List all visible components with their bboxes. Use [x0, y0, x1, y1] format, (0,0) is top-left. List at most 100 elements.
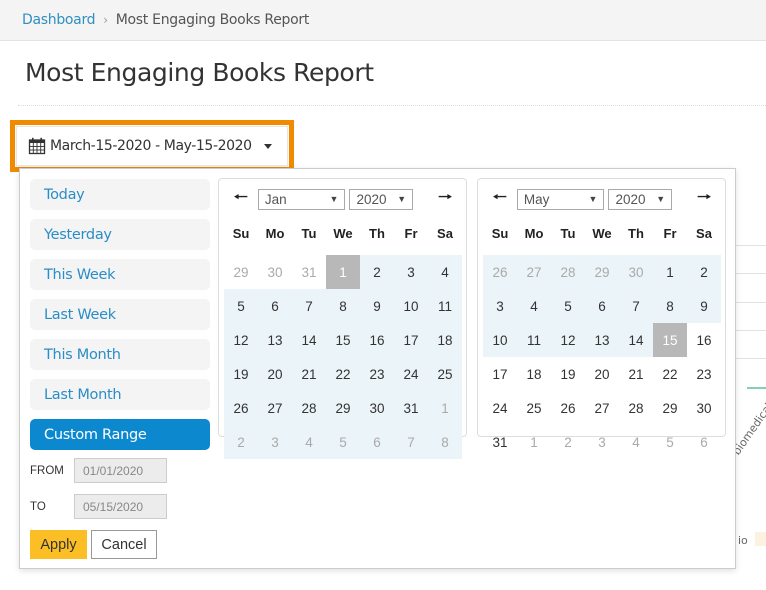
calendar-day[interactable]: 27	[517, 255, 551, 289]
range-last-week[interactable]: Last Week	[30, 299, 210, 330]
calendar-day[interactable]: 2	[360, 255, 394, 289]
calendar-day[interactable]: 20	[585, 357, 619, 391]
calendar-day[interactable]: 4	[619, 425, 653, 459]
calendar-day[interactable]: 29	[224, 255, 258, 289]
calendar-day[interactable]: 3	[258, 425, 292, 459]
range-this-month[interactable]: This Month	[30, 339, 210, 370]
calendar-day[interactable]: 6	[258, 289, 292, 323]
calendar-day[interactable]: 23	[360, 357, 394, 391]
calendar-day[interactable]: 7	[292, 289, 326, 323]
calendar-day[interactable]: 25	[428, 357, 462, 391]
year-select[interactable]: 2020 ▼	[349, 188, 414, 210]
calendar-day[interactable]: 4	[428, 255, 462, 289]
calendar-day[interactable]: 2	[551, 425, 585, 459]
calendar-day[interactable]: 29	[653, 391, 687, 425]
calendar-day-selected[interactable]: 1	[326, 255, 360, 289]
calendar-day[interactable]: 5	[224, 289, 258, 323]
calendar-day[interactable]: 30	[619, 255, 653, 289]
calendar-day[interactable]: 3	[394, 255, 428, 289]
calendar-day[interactable]: 24	[483, 391, 517, 425]
calendar-day[interactable]: 8	[653, 289, 687, 323]
arrow-right-icon[interactable]: 🠒	[687, 186, 721, 213]
range-last-month[interactable]: Last Month	[30, 379, 210, 410]
calendar-day[interactable]: 12	[224, 323, 258, 357]
calendar-day[interactable]: 22	[326, 357, 360, 391]
calendar-day[interactable]: 23	[687, 357, 721, 391]
to-date-input[interactable]	[74, 494, 167, 519]
calendar-day[interactable]: 13	[258, 323, 292, 357]
calendar-day[interactable]: 21	[619, 357, 653, 391]
calendar-day[interactable]: 6	[687, 425, 721, 459]
calendar-day[interactable]: 2	[687, 255, 721, 289]
calendar-day[interactable]: 29	[326, 391, 360, 425]
calendar-day[interactable]: 20	[258, 357, 292, 391]
calendar-day[interactable]: 13	[585, 323, 619, 357]
calendar-day[interactable]: 15	[326, 323, 360, 357]
calendar-day[interactable]: 28	[292, 391, 326, 425]
calendar-day[interactable]: 10	[394, 289, 428, 323]
calendar-day[interactable]: 26	[551, 391, 585, 425]
calendar-day[interactable]: 7	[619, 289, 653, 323]
calendar-day[interactable]: 18	[517, 357, 551, 391]
calendar-day[interactable]: 11	[428, 289, 462, 323]
calendar-day[interactable]: 6	[360, 425, 394, 459]
date-range-trigger[interactable]: March-15-2020 - May-15-2020	[16, 126, 288, 166]
calendar-day[interactable]: 27	[258, 391, 292, 425]
calendar-day[interactable]: 7	[394, 425, 428, 459]
calendar-day[interactable]: 14	[292, 323, 326, 357]
calendar-day[interactable]: 2	[224, 425, 258, 459]
calendar-day[interactable]: 9	[687, 289, 721, 323]
calendar-day[interactable]: 11	[517, 323, 551, 357]
calendar-day[interactable]: 1	[428, 391, 462, 425]
calendar-day[interactable]: 16	[687, 323, 721, 357]
calendar-day[interactable]: 30	[360, 391, 394, 425]
calendar-day[interactable]: 26	[224, 391, 258, 425]
calendar-day[interactable]: 9	[360, 289, 394, 323]
calendar-day[interactable]: 3	[483, 289, 517, 323]
calendar-day[interactable]: 19	[224, 357, 258, 391]
calendar-day[interactable]: 12	[551, 323, 585, 357]
range-this-week[interactable]: This Week	[30, 259, 210, 290]
calendar-day[interactable]: 30	[687, 391, 721, 425]
calendar-day[interactable]: 31	[292, 255, 326, 289]
calendar-day[interactable]: 31	[483, 425, 517, 459]
calendar-day[interactable]: 26	[483, 255, 517, 289]
calendar-day[interactable]: 4	[292, 425, 326, 459]
cancel-button[interactable]: Cancel	[91, 530, 157, 559]
month-select[interactable]: Jan ▼	[257, 188, 346, 210]
calendar-day[interactable]: 31	[394, 391, 428, 425]
calendar-day[interactable]: 5	[326, 425, 360, 459]
calendar-day[interactable]: 17	[394, 323, 428, 357]
calendar-day[interactable]: 3	[585, 425, 619, 459]
range-custom[interactable]: Custom Range	[30, 419, 210, 450]
arrow-right-icon[interactable]: 🠒	[428, 186, 462, 213]
calendar-day[interactable]: 24	[394, 357, 428, 391]
range-today[interactable]: Today	[30, 179, 210, 210]
calendar-day[interactable]: 1	[653, 255, 687, 289]
arrow-left-icon[interactable]: 🠐	[483, 186, 517, 213]
calendar-day[interactable]: 19	[551, 357, 585, 391]
calendar-day[interactable]: 27	[585, 391, 619, 425]
calendar-day[interactable]: 22	[653, 357, 687, 391]
calendar-day[interactable]: 16	[360, 323, 394, 357]
calendar-day[interactable]: 4	[517, 289, 551, 323]
calendar-day[interactable]: 25	[517, 391, 551, 425]
breadcrumb-dashboard-link[interactable]: Dashboard	[22, 12, 96, 28]
calendar-day[interactable]: 5	[551, 289, 585, 323]
calendar-day[interactable]: 14	[619, 323, 653, 357]
calendar-day[interactable]: 28	[551, 255, 585, 289]
calendar-day[interactable]: 6	[585, 289, 619, 323]
calendar-day[interactable]: 30	[258, 255, 292, 289]
calendar-day[interactable]: 5	[653, 425, 687, 459]
arrow-left-icon[interactable]: 🠐	[224, 186, 258, 213]
apply-button[interactable]: Apply	[30, 530, 87, 559]
calendar-day[interactable]: 10	[483, 323, 517, 357]
month-select[interactable]: May ▼	[516, 188, 605, 210]
calendar-day[interactable]: 17	[483, 357, 517, 391]
calendar-day-selected[interactable]: 15	[653, 323, 687, 357]
calendar-day[interactable]: 1	[517, 425, 551, 459]
calendar-day[interactable]: 28	[619, 391, 653, 425]
calendar-day[interactable]: 18	[428, 323, 462, 357]
year-select[interactable]: 2020 ▼	[608, 188, 673, 210]
calendar-day[interactable]: 29	[585, 255, 619, 289]
